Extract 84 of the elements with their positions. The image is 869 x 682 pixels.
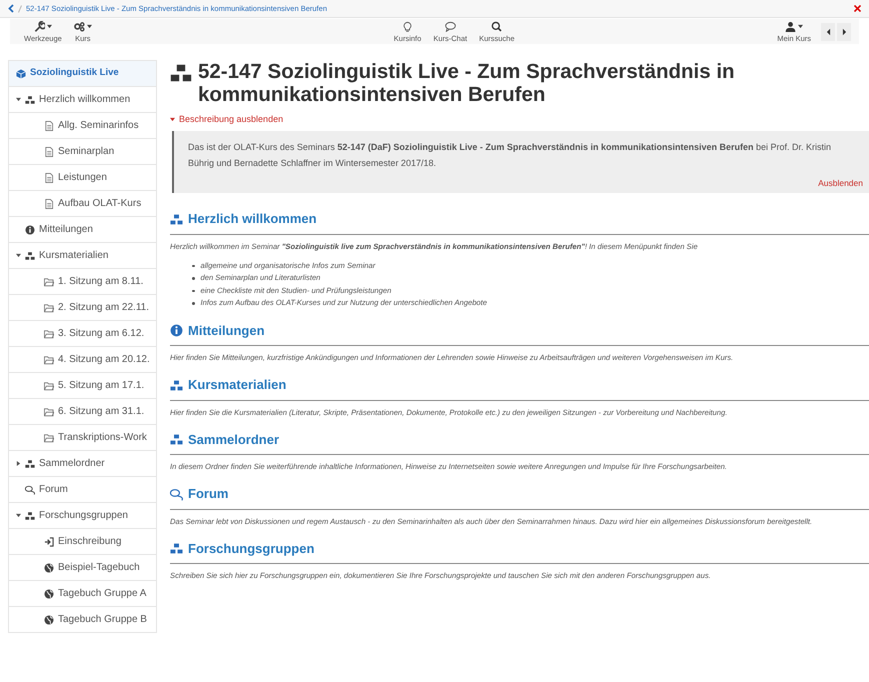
caret-icon (86, 24, 92, 30)
sidebar-item[interactable]: 5. Sitzung am 17.1. (8, 373, 157, 399)
sidebar-item[interactable]: Mitteilungen (8, 217, 157, 243)
sidebar-item[interactable]: Soziolinguistik Live (8, 61, 157, 87)
previous-button[interactable] (821, 22, 835, 40)
info-icon (170, 324, 183, 337)
lightbulb-icon (402, 21, 414, 32)
sidebar-item[interactable]: Tagebuch Gruppe A (8, 581, 157, 607)
globe-icon (44, 614, 54, 624)
sidebar-item[interactable]: Leistungen (8, 165, 157, 191)
document-icon (44, 172, 54, 182)
caret-icon (16, 461, 21, 466)
sidebar-item[interactable]: Forschungsgruppen (8, 503, 157, 529)
globe-icon (44, 588, 54, 598)
section-heading: Mitteilungen (188, 322, 265, 340)
wrench-icon (34, 21, 45, 32)
document-icon (44, 120, 54, 130)
section-heading: Forum (188, 485, 228, 504)
info-icon (25, 224, 35, 234)
document-icon (44, 146, 54, 156)
section-heading: Herzlich willkommen (188, 210, 317, 228)
bullet-icon (192, 290, 194, 292)
close-icon[interactable] (854, 5, 861, 12)
caret-icon (170, 117, 175, 122)
cubes-icon (25, 250, 35, 260)
sign-in-icon (44, 536, 54, 546)
bullet-icon (192, 302, 194, 305)
section-heading: Kursmaterialien (188, 376, 286, 394)
caret-left-icon (826, 28, 830, 36)
sidebar-item[interactable]: 2. Sitzung am 22.11. (8, 295, 157, 321)
sidebar-item[interactable]: 3. Sitzung am 6.12. (8, 321, 157, 347)
hide-description-link[interactable]: Beschreibung ausblenden (170, 113, 284, 126)
sidebar-item[interactable]: 4. Sitzung am 20.12. (8, 347, 157, 373)
description-text: Das ist der OLAT-Kurs des Seminars 52-147 (DaF) Soziolinguistik Live - Zum Sprachverständnis in kommunikationsintensiven Berufen bei Prof. Dr. Kristin Bührig und Bernadette Schlaffner im Wintersemester 2017/18. (188, 140, 832, 170)
folder-icon (44, 276, 54, 286)
section-heading: Forschungsgruppen (188, 540, 314, 558)
search-icon (491, 21, 502, 32)
bullet-icon (192, 277, 194, 280)
back-icon[interactable] (8, 4, 14, 13)
sidebar-item[interactable]: Tagebuch Gruppe B (8, 607, 157, 633)
sidebar-item[interactable]: Transkriptions-Work (8, 425, 157, 451)
cubes-icon (170, 212, 183, 226)
cubes-icon (25, 458, 35, 468)
gears-icon (74, 21, 85, 32)
cubes-icon (170, 433, 183, 446)
cubes-icon (170, 378, 183, 392)
caret-icon (16, 513, 21, 518)
sidebar-item[interactable]: Beispiel-Tagebuch (8, 555, 157, 581)
separator-icon (18, 4, 22, 12)
sidebar-item[interactable]: Aufbau OLAT-Kurs (8, 191, 157, 217)
globe-icon (44, 562, 54, 572)
cube-icon (16, 68, 26, 78)
caret-icon (16, 97, 21, 102)
cubes-icon (25, 94, 35, 104)
sidebar-item[interactable]: Sammelordner (8, 451, 157, 477)
sidebar-item[interactable]: Seminarplan (8, 139, 157, 165)
folder-icon (44, 328, 54, 338)
cubes-icon (25, 510, 35, 520)
user-icon (785, 21, 796, 32)
cubes-icon (170, 542, 183, 555)
cubes-icon (170, 62, 192, 84)
course-title: 52-147 Soziolinguistik Live - Zum Sprachverständnis in kommunikationsintensiven Berufen (198, 60, 736, 106)
folder-icon (44, 302, 54, 312)
folder-icon (44, 406, 54, 416)
document-icon (44, 198, 54, 208)
next-button[interactable] (837, 22, 851, 40)
sidebar-item[interactable]: Forum (8, 477, 157, 503)
sidebar-item[interactable]: Kursmaterialien (8, 243, 157, 269)
section-heading: Sammelordner (188, 430, 280, 449)
caret-right-icon (842, 28, 846, 36)
folder-icon (44, 354, 54, 364)
folder-icon (44, 432, 54, 442)
caret-icon (798, 24, 804, 30)
caret-icon (16, 253, 21, 258)
sidebar-item[interactable]: 1. Sitzung am 8.11. (8, 269, 157, 295)
hide-link[interactable]: Ausblenden (818, 176, 863, 190)
sidebar-item[interactable]: Herzlich willkommen (8, 87, 157, 113)
sidebar-item[interactable]: Einschreibung (8, 529, 157, 555)
sidebar-item[interactable]: Allg. Seminarinfos (8, 113, 157, 139)
sidebar-item[interactable]: 6. Sitzung am 31.1. (8, 399, 157, 425)
bullet-icon (192, 264, 194, 268)
caret-icon (46, 24, 52, 30)
folder-icon (44, 380, 54, 390)
speech-bubble-icon (444, 21, 456, 32)
